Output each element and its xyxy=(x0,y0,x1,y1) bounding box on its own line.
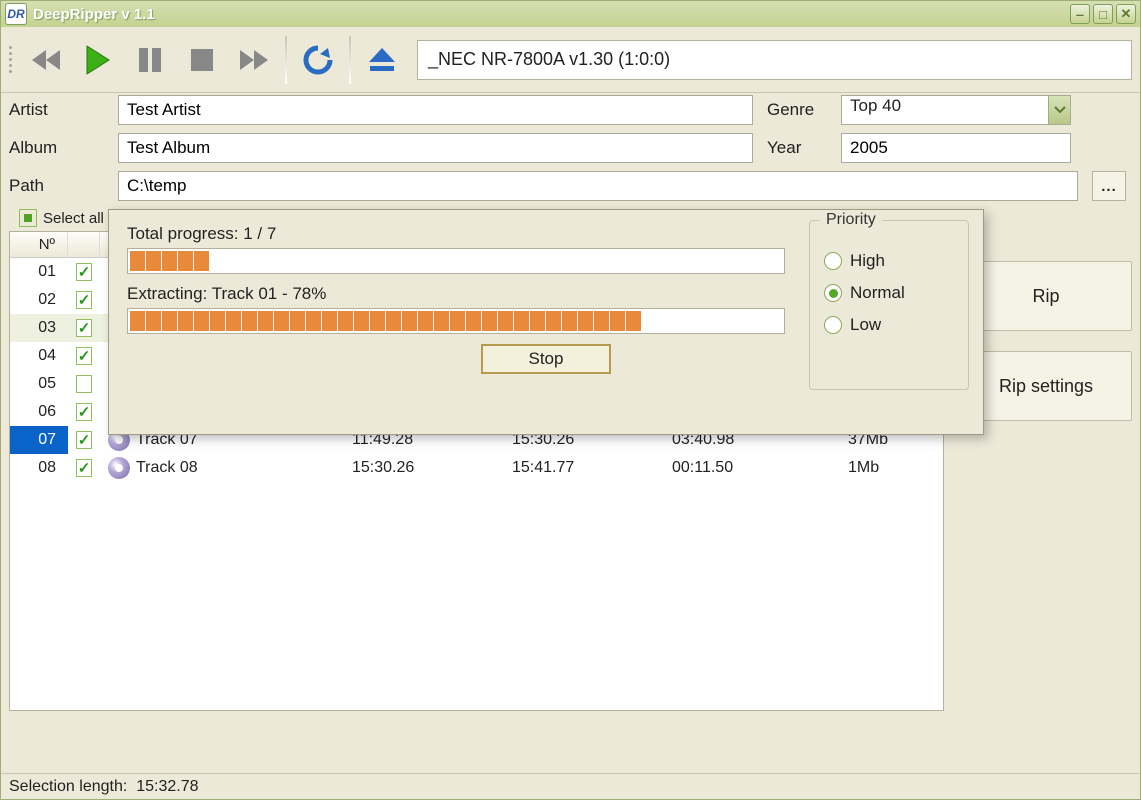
status-bar: Selection length: 15:32.78 xyxy=(1,773,1140,799)
radio-icon xyxy=(824,316,842,334)
drive-select[interactable]: _NEC NR-7800A v1.30 (1:0:0) xyxy=(417,40,1132,80)
row-checkbox[interactable]: ✓ xyxy=(76,347,92,365)
radio-icon xyxy=(824,284,842,302)
status-value: 15:32.78 xyxy=(136,778,198,796)
rip-settings-button[interactable]: Rip settings xyxy=(960,351,1132,421)
title-bar: DR DeepRipper v 1.1 ‒ □ ✕ xyxy=(1,1,1140,27)
radio-icon xyxy=(824,252,842,270)
separator xyxy=(285,36,287,84)
cell-length: 00:11.50 xyxy=(664,454,840,482)
status-label: Selection length: xyxy=(9,778,127,796)
app-logo-icon: DR xyxy=(5,3,27,25)
cell-title: Track 08 xyxy=(136,459,198,477)
total-progress-bar xyxy=(127,248,785,274)
row-checkbox[interactable]: ✓ xyxy=(76,263,92,281)
cell-num: 01 xyxy=(10,258,68,286)
row-checkbox[interactable]: ✓ xyxy=(76,431,92,449)
genre-value: Top 40 xyxy=(850,96,901,115)
minimize-button[interactable]: ‒ xyxy=(1070,4,1090,24)
track-icon xyxy=(108,457,130,479)
genre-label: Genre xyxy=(767,100,827,120)
priority-option-normal[interactable]: Normal xyxy=(824,283,954,303)
cell-num: 07 xyxy=(10,426,68,454)
artist-label: Artist xyxy=(9,100,104,120)
cell-num: 02 xyxy=(10,286,68,314)
refresh-button[interactable] xyxy=(297,37,339,83)
row-checkbox[interactable]: ✓ xyxy=(76,319,92,337)
chevron-down-icon[interactable] xyxy=(1048,96,1070,124)
cell-end: 15:41.77 xyxy=(504,454,664,482)
row-checkbox[interactable]: ✓ xyxy=(76,291,92,309)
stop-button[interactable] xyxy=(181,37,223,83)
col-num[interactable]: Nº xyxy=(10,232,68,257)
artist-input[interactable] xyxy=(118,95,753,125)
drive-label: _NEC NR-7800A v1.30 (1:0:0) xyxy=(428,49,670,70)
toolbar-grip xyxy=(9,35,15,85)
table-row[interactable]: 08 ✓ Track 08 15:30.26 15:41.77 00:11.50… xyxy=(10,454,943,482)
path-label: Path xyxy=(9,176,104,196)
priority-label: Normal xyxy=(850,283,905,303)
progress-dialog: Total progress: 1 / 7 Extracting: Track … xyxy=(108,209,984,435)
rewind-button[interactable] xyxy=(25,37,67,83)
genre-select[interactable]: Top 40 xyxy=(841,95,1071,125)
select-all-label: Select all xyxy=(43,210,104,227)
cell-start: 15:30.26 xyxy=(344,454,504,482)
cell-num: 03 xyxy=(10,314,68,342)
app-title: DeepRipper v 1.1 xyxy=(33,6,155,23)
close-button[interactable]: ✕ xyxy=(1116,4,1136,24)
rip-button[interactable]: Rip xyxy=(960,261,1132,331)
forward-button[interactable] xyxy=(233,37,275,83)
toolbar: _NEC NR-7800A v1.30 (1:0:0) xyxy=(1,27,1140,93)
priority-label: High xyxy=(850,251,885,271)
path-input[interactable] xyxy=(118,171,1078,201)
maximize-button[interactable]: □ xyxy=(1093,4,1113,24)
row-checkbox[interactable]: ✓ xyxy=(76,403,92,421)
album-label: Album xyxy=(9,138,104,158)
album-input[interactable] xyxy=(118,133,753,163)
browse-button[interactable]: ... xyxy=(1092,171,1126,201)
year-input[interactable] xyxy=(841,133,1071,163)
cell-num: 05 xyxy=(10,370,68,398)
col-check[interactable] xyxy=(68,232,100,257)
row-checkbox[interactable]: ✓ xyxy=(76,459,92,477)
year-label: Year xyxy=(767,138,827,158)
cell-num: 08 xyxy=(10,454,68,482)
extract-progress-bar xyxy=(127,308,785,334)
priority-legend: Priority xyxy=(820,211,882,229)
cell-num: 04 xyxy=(10,342,68,370)
priority-option-high[interactable]: High xyxy=(824,251,954,271)
play-button[interactable] xyxy=(77,37,119,83)
cell-num: 06 xyxy=(10,398,68,426)
eject-button[interactable] xyxy=(361,37,403,83)
stop-button[interactable]: Stop xyxy=(481,344,611,374)
priority-label: Low xyxy=(850,315,881,335)
row-checkbox[interactable] xyxy=(76,375,92,393)
pause-button[interactable] xyxy=(129,37,171,83)
priority-option-low[interactable]: Low xyxy=(824,315,954,335)
select-all-checkbox[interactable] xyxy=(19,209,37,227)
cell-size: 1Mb xyxy=(840,454,940,482)
priority-group: Priority HighNormalLow xyxy=(809,220,969,390)
separator xyxy=(349,36,351,84)
